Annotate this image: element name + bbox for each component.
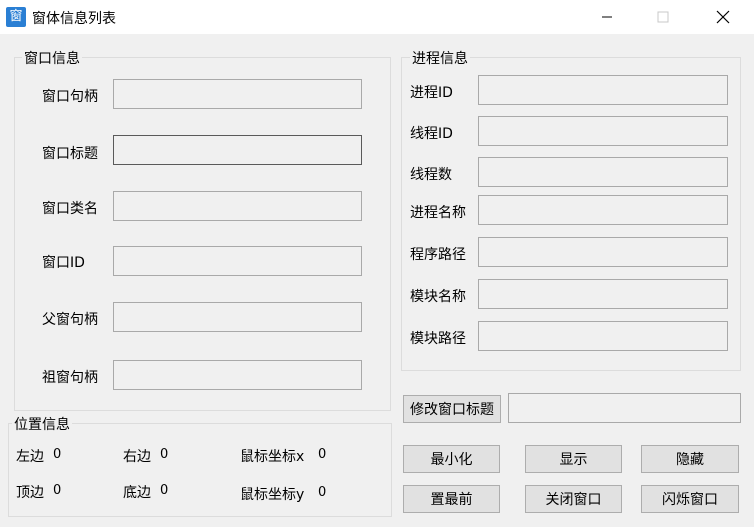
root-handle-field[interactable] [113,360,362,390]
maximize-window-button [640,0,686,34]
show-button[interactable]: 显示 [525,445,622,473]
module-path-label: 模块路径 [410,331,466,347]
topmost-button[interactable]: 置最前 [403,485,500,513]
modify-title-button[interactable]: 修改窗口标题 [403,395,501,423]
module-path-field[interactable] [478,321,728,351]
window-class-label: 窗口类名 [42,201,98,217]
program-path-label: 程序路径 [410,247,466,263]
window-title-field[interactable] [113,135,362,165]
mouse-y-label: 鼠标坐标y [240,487,305,503]
left-value: 0 [53,447,62,462]
window-handle-label: 窗口句柄 [42,89,98,105]
minimize-window-button[interactable] [584,0,630,34]
parent-handle-field[interactable] [113,302,362,332]
mouse-x-value: 0 [318,447,327,462]
window-title-label: 窗口标题 [42,146,98,162]
position-info-group [8,423,392,517]
program-path-field[interactable] [478,237,728,267]
bottom-label: 底边 [123,485,151,501]
module-name-label: 模块名称 [410,289,466,305]
window-title: 窗体信息列表 [32,11,116,27]
close-target-window-button[interactable]: 关闭窗口 [525,485,622,513]
module-name-field[interactable] [478,279,728,309]
window-class-field[interactable] [113,191,362,221]
process-info-group-title: 进程信息 [410,48,470,68]
new-title-field[interactable] [508,393,741,423]
close-window-button[interactable] [700,0,746,34]
window-handle-field[interactable] [113,79,362,109]
mouse-x-label: 鼠标坐标x [240,449,305,465]
window-id-label: 窗口ID [42,255,85,271]
close-icon [716,10,730,24]
window-id-field[interactable] [113,246,362,276]
top-label: 顶边 [16,485,44,501]
window-info-group-title: 窗口信息 [22,48,82,68]
position-info-group-title: 位置信息 [12,414,72,434]
thread-id-label: 线程ID [410,126,453,142]
root-handle-label: 祖窗句柄 [42,370,98,386]
process-id-field[interactable] [478,75,728,105]
title-bar[interactable]: 窗 窗体信息列表 [0,0,754,34]
process-name-field[interactable] [478,195,728,225]
top-value: 0 [53,483,62,498]
app-icon: 窗 [6,7,26,27]
bottom-value: 0 [160,483,169,498]
minimize-button[interactable]: 最小化 [403,445,500,473]
parent-handle-label: 父窗句柄 [42,312,98,328]
hide-button[interactable]: 隐藏 [641,445,739,473]
thread-count-label: 线程数 [410,167,452,183]
thread-id-field[interactable] [478,116,728,146]
thread-count-field[interactable] [478,157,728,187]
left-label: 左边 [16,449,44,465]
minimize-icon [602,16,612,18]
maximize-icon [657,11,669,23]
window-info-group [14,57,391,411]
process-name-label: 进程名称 [410,205,466,221]
mouse-y-value: 0 [318,485,327,500]
right-value: 0 [160,447,169,462]
right-label: 右边 [123,449,151,465]
flash-window-button[interactable]: 闪烁窗口 [641,485,739,513]
process-id-label: 进程ID [410,85,453,101]
